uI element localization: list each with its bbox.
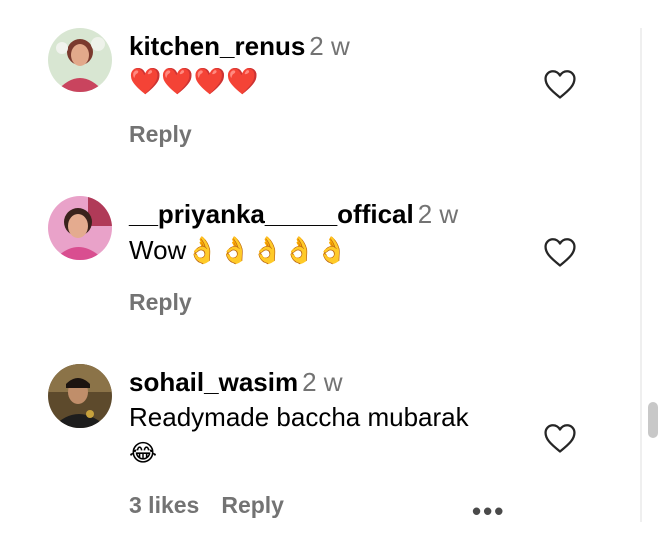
avatar[interactable] bbox=[48, 364, 112, 428]
comment-text: Readymade baccha mubarak bbox=[129, 402, 469, 432]
comment-item: sohail_wasim 2 w Readymade baccha mubarak… bbox=[0, 0, 620, 536]
comment-emoji: 😂 bbox=[129, 440, 158, 467]
username[interactable]: sohail_wasim bbox=[129, 367, 298, 397]
ellipsis-icon[interactable]: ••• bbox=[472, 496, 505, 527]
divider bbox=[640, 28, 642, 522]
timestamp[interactable]: 2 w bbox=[302, 367, 342, 397]
scrollbar-thumb[interactable] bbox=[648, 402, 658, 438]
reply-button[interactable]: Reply bbox=[221, 492, 284, 518]
heart-outline-icon bbox=[544, 424, 576, 453]
like-button[interactable] bbox=[543, 422, 577, 454]
comment-header: sohail_wasim 2 w bbox=[129, 366, 343, 398]
comment-actions: 3 likes Reply ••• bbox=[129, 492, 569, 526]
likes-count[interactable]: 3 likes bbox=[129, 492, 199, 518]
